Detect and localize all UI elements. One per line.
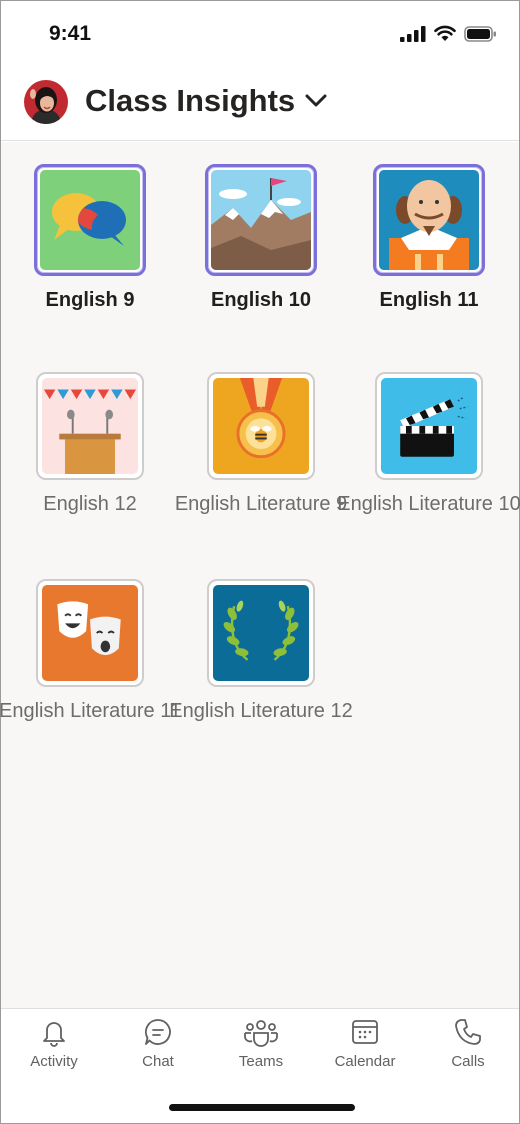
- tab-label: Activity: [30, 1053, 78, 1070]
- wifi-icon: [434, 25, 456, 41]
- class-icon-frame: [34, 164, 146, 276]
- tab-label: Calendar: [334, 1053, 396, 1070]
- status-icons: [400, 25, 497, 42]
- tab-label: Calls: [451, 1053, 485, 1070]
- tab-teams[interactable]: Teams: [209, 1017, 313, 1070]
- status-time: 9:41: [49, 22, 92, 45]
- teams-icon: [244, 1020, 278, 1047]
- theater-masks-icon: [42, 585, 138, 681]
- class-icon-frame: [207, 372, 315, 480]
- tab-activity[interactable]: Activity: [2, 1017, 106, 1070]
- shakespeare-icon: [379, 170, 479, 270]
- bottom-tab-bar: Activity Chat Teams Calendar Calls: [1, 1008, 519, 1123]
- class-tile-english-12[interactable]: English 12: [0, 372, 185, 518]
- tab-label: Teams: [238, 1053, 284, 1070]
- calendar-icon: [352, 1020, 378, 1044]
- class-tile-english-9[interactable]: English 9: [0, 164, 185, 314]
- chat-icon: [145, 1019, 171, 1045]
- class-label: English Literature 10: [337, 493, 520, 515]
- class-tile-english-literature-12[interactable]: English Literature 12: [166, 579, 356, 725]
- class-tile-english-literature-9[interactable]: English Literature 9: [166, 372, 356, 518]
- page-title: Class Insights: [85, 83, 296, 118]
- speech-bubbles-icon: [40, 170, 140, 270]
- mountain-flag-icon: [211, 170, 311, 270]
- class-label: English 10: [210, 289, 312, 311]
- class-tile-english-literature-10[interactable]: English Literature 10: [334, 372, 520, 518]
- podium-icon: [42, 378, 138, 474]
- class-label: English 12: [43, 493, 137, 515]
- class-tile-english-11[interactable]: English 11: [334, 164, 520, 314]
- cellular-signal-icon: [400, 25, 426, 42]
- class-label: English 11: [379, 289, 479, 311]
- class-label: English Literature 9: [174, 493, 348, 515]
- app-header: Class Insights: [1, 65, 519, 141]
- phone-icon: [455, 1019, 481, 1045]
- tab-label: Chat: [142, 1053, 174, 1070]
- battery-icon: [464, 25, 496, 42]
- chevron-down-icon: [305, 94, 327, 107]
- class-icon-frame: [205, 164, 317, 276]
- class-icon-frame: [207, 579, 315, 687]
- class-icon-frame: [36, 372, 144, 480]
- tab-calls[interactable]: Calls: [416, 1017, 520, 1070]
- class-label: English Literature 11: [0, 700, 181, 722]
- class-icon-frame: [373, 164, 485, 276]
- class-switcher[interactable]: Class Insights: [85, 83, 327, 119]
- class-icon-frame: [375, 372, 483, 480]
- tab-calendar[interactable]: Calendar: [313, 1017, 417, 1070]
- clapperboard-icon: [381, 378, 477, 474]
- status-bar: 9:41: [1, 1, 519, 65]
- laurel-wreath-icon: [213, 585, 309, 681]
- class-grid: English 9 English 10 English 11 English …: [0, 142, 520, 1013]
- avatar[interactable]: [24, 80, 68, 124]
- class-icon-frame: [36, 579, 144, 687]
- class-tile-english-literature-11[interactable]: English Literature 11: [0, 579, 185, 725]
- home-indicator[interactable]: [169, 1104, 355, 1111]
- tab-chat[interactable]: Chat: [106, 1017, 210, 1070]
- medal-icon: [213, 378, 309, 474]
- class-label: English 9: [45, 289, 135, 311]
- bell-icon: [43, 1022, 65, 1047]
- class-label: English Literature 12: [169, 700, 353, 722]
- class-tile-english-10[interactable]: English 10: [166, 164, 356, 314]
